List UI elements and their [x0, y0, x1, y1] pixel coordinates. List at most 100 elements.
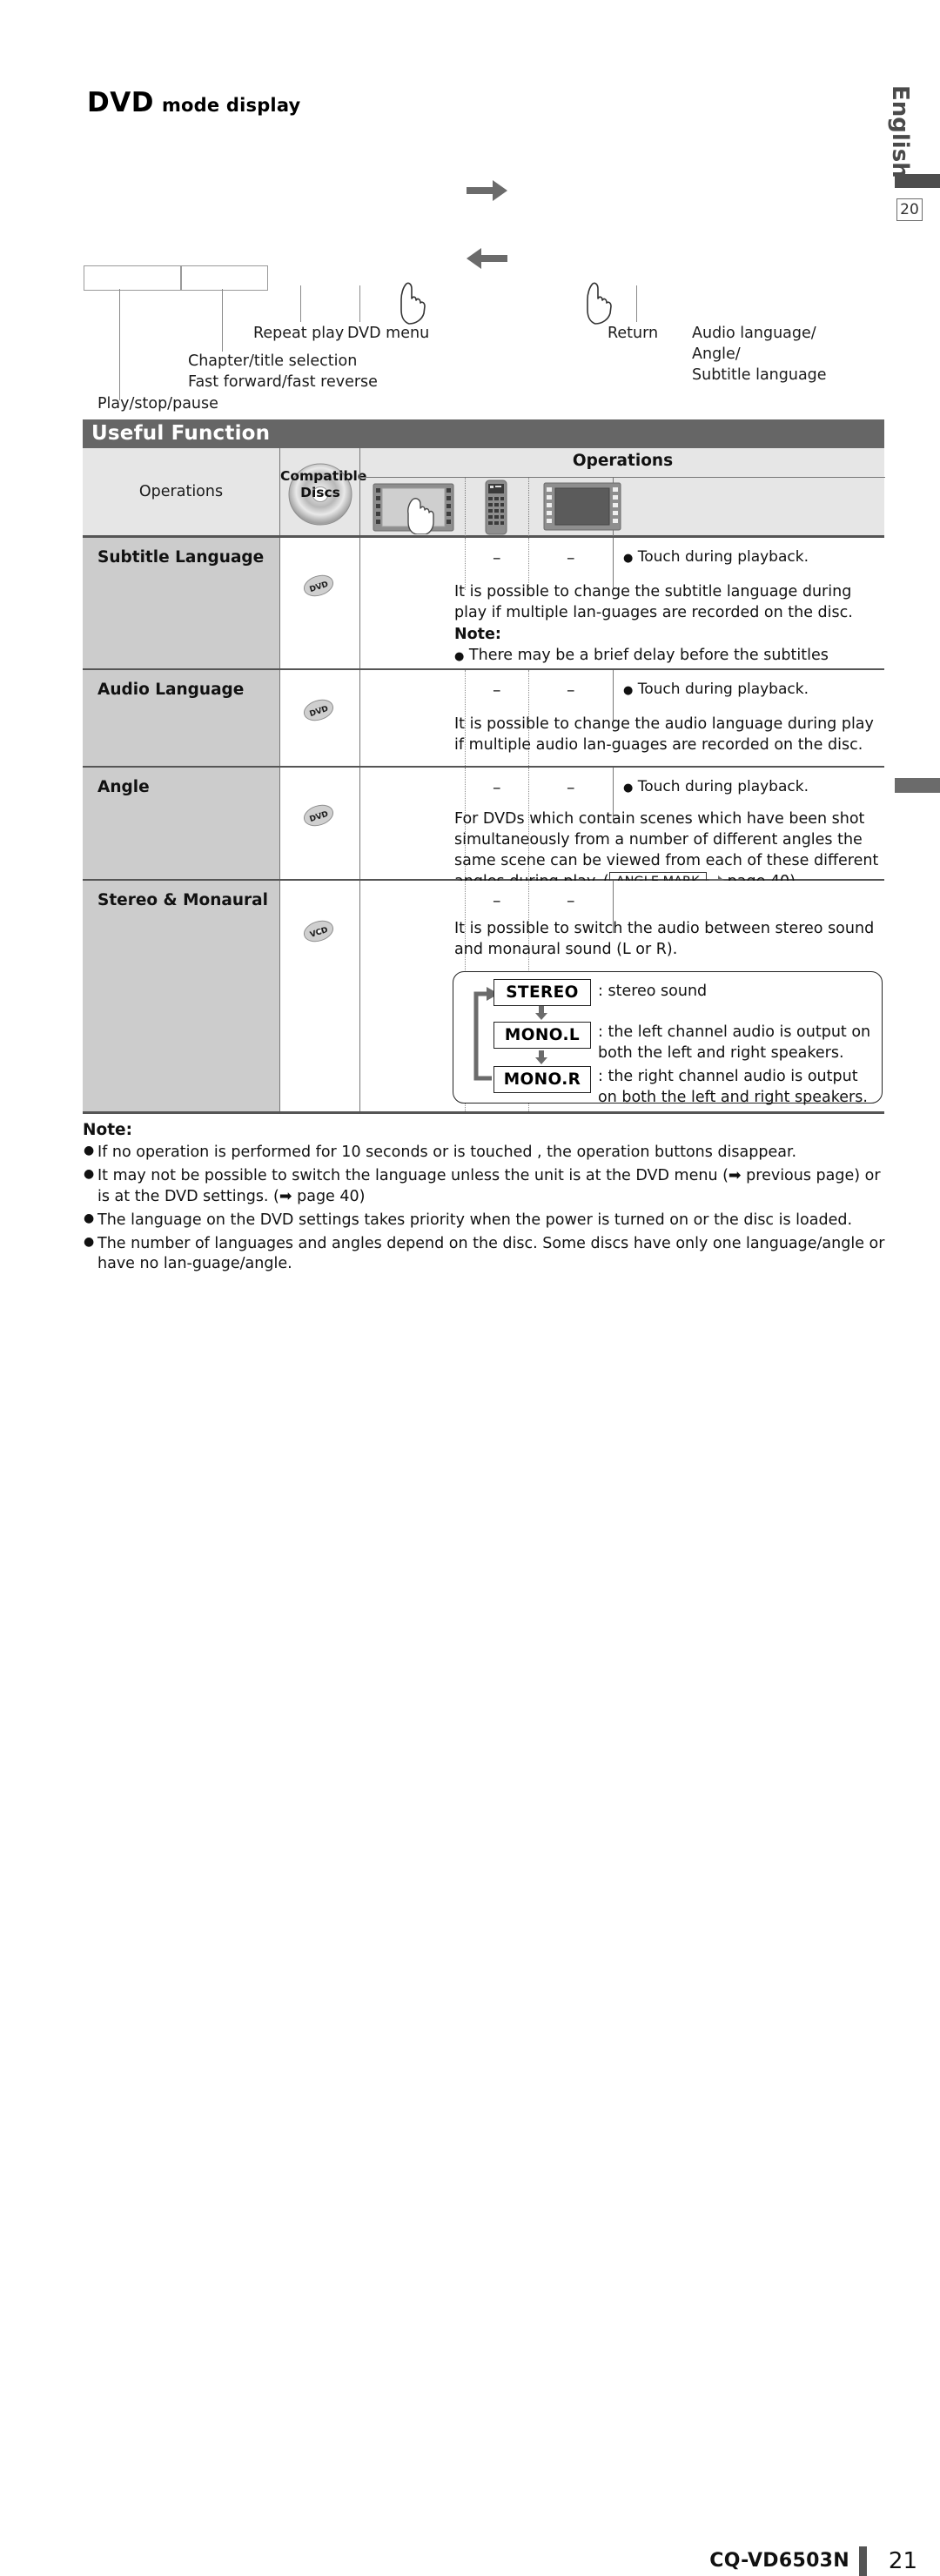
stereo-mode-panel: STEREO : stereo sound MONO.L : the left … — [453, 971, 883, 1106]
useful-function-table: Operations Compatible Discs Operations S… — [83, 448, 885, 1114]
dvd-disc-icon: DVD — [303, 574, 334, 597]
mono-left-button[interactable]: MONO.L — [494, 1022, 591, 1049]
row-note-label: Note: — [454, 626, 501, 643]
bullet-icon: ● — [84, 1211, 95, 1225]
row-mark-dash: – — [567, 681, 575, 700]
note-bullet: ● The language on the DVD settings takes … — [83, 1211, 888, 1231]
mono-right-button[interactable]: MONO.R — [494, 1066, 591, 1093]
header-compatible-discs: Compatible Discs — [279, 448, 366, 535]
row-mark-dash: – — [567, 548, 575, 567]
side-edge-mark — [895, 778, 940, 793]
bullet-icon: ● — [84, 1167, 95, 1182]
header-operations-right: Operations — [359, 448, 885, 536]
row-name-cell: Audio Language — [83, 670, 279, 766]
bullet-icon: ● — [84, 1235, 95, 1250]
note-bullet: ● The number of languages and angles depe… — [83, 1234, 888, 1275]
row-mark-dash: – — [493, 548, 501, 567]
row-label-audio-language: Audio Language — [97, 681, 245, 699]
row-disc-cell: VCD — [279, 881, 360, 1111]
header-operations-title: Operations — [572, 452, 674, 470]
row-label-angle: Angle — [97, 778, 150, 796]
compatible-discs-line2: Discs — [300, 485, 340, 501]
compatible-discs-line1: Compatible — [280, 468, 367, 484]
callout-label-audio-language: Audio language/ — [692, 325, 816, 342]
bottom-note-title: Note: — [83, 1121, 132, 1139]
table-row: Subtitle Language DVD – – ● Touch during… — [83, 538, 885, 685]
callout-label-subtitle-language: Subtitle language — [692, 366, 827, 384]
row-mark-dash: – — [493, 891, 501, 910]
note-bullet: ● If no operation is performed for 10 sec… — [83, 1143, 888, 1163]
arrow-left-icon — [467, 248, 507, 269]
table-header-row: Operations Compatible Discs Operations — [83, 448, 885, 538]
leader-line-repeat — [300, 285, 302, 322]
callout-label-repeat-play: Repeat play — [253, 325, 345, 342]
callout-label-dvd-menu: DVD menu — [347, 325, 430, 342]
monitor-panel-icon — [543, 482, 621, 531]
page-title: DVD mode display — [87, 87, 300, 118]
playback-button-box[interactable] — [84, 265, 181, 291]
row-disc-cell: DVD — [279, 538, 360, 668]
column-divider-dotted — [465, 478, 466, 536]
compatible-discs-label: Compatible Discs — [280, 468, 366, 502]
mono-right-description: : the right channel audio is output on b… — [598, 1068, 868, 1106]
table-row: Audio Language DVD – – ● Touch during pl… — [83, 670, 885, 768]
callout-label-angle: Angle/ — [692, 345, 741, 363]
row-mark-dash: – — [567, 778, 575, 797]
section-header-bar: Useful Function — [83, 419, 884, 448]
row-mark-dash: – — [567, 891, 575, 910]
manual-page: DVD mode display English 20 Repeat play … — [0, 0, 940, 2576]
header-operation-icons — [360, 477, 885, 536]
row-touch-note-text: Touch during playback. — [637, 778, 809, 795]
section-title: Useful Function — [91, 422, 271, 445]
row-touch-note-text: Touch during playback. — [637, 681, 809, 698]
page-title-suffix: mode display — [161, 95, 301, 116]
row-description: It is possible to change the audio langu… — [454, 715, 874, 754]
table-row: Stereo & Monaural VCD – – It is possible… — [83, 881, 885, 1114]
bottom-note: Note: ● If no operation is performed for … — [83, 1121, 888, 1275]
leader-line-chapter — [222, 289, 224, 352]
footer-divider — [859, 2546, 867, 2576]
dvd-mode-display-diagram: Repeat play DVD menu Return Audio langua… — [0, 157, 940, 478]
bullet-icon: ● — [84, 1144, 95, 1157]
mono-left-description: : the left channel audio is output on bo… — [598, 1023, 871, 1062]
chapter-button-box[interactable] — [181, 265, 268, 291]
note-bullet-text: If no operation is performed for 10 seco… — [97, 1144, 797, 1161]
row-touch-note: ● Touch during playback. — [623, 681, 809, 698]
header-icon-monitor — [543, 478, 630, 536]
row-operations-cell: – – ● Touch during playback. It is possi… — [359, 670, 885, 766]
note-bullet: ● It may not be possible to switch the la… — [83, 1166, 888, 1207]
table-row: Angle DVD – – ● Touch during playback. F… — [83, 768, 885, 893]
row-label-stereo-monaural: Stereo & Monaural — [97, 891, 269, 909]
pointing-hand-icon — [587, 282, 612, 325]
dvd-disc-icon: DVD — [303, 699, 334, 721]
stereo-description: : stereo sound — [598, 983, 708, 1000]
model-number: CQ-VD6503N — [709, 2550, 849, 2572]
stereo-button[interactable]: STEREO — [494, 979, 591, 1006]
row-touch-note: ● Touch during playback. — [623, 778, 809, 795]
page-number: 21 — [888, 2548, 917, 2574]
row-mark-dash: – — [493, 778, 501, 797]
row-name-cell: Angle — [83, 768, 279, 879]
arrow-down-icon — [535, 1006, 547, 1020]
arrow-right-icon — [467, 180, 507, 201]
header-icon-remote — [479, 478, 517, 536]
row-disc-cell: DVD — [279, 670, 360, 766]
note-bullet-text: The language on the DVD settings takes p… — [97, 1211, 853, 1229]
row-disc-cell: DVD — [279, 768, 360, 879]
row-operations-cell: – – ● Touch during playback. For DVDs wh… — [359, 768, 885, 893]
row-description: It is possible to switch the audio betwe… — [454, 920, 875, 958]
arrow-down-icon — [535, 1050, 547, 1064]
pointing-hand-icon — [400, 282, 426, 325]
row-operations-cell: – – ● Touch during playback. It is possi… — [359, 538, 885, 685]
callout-label-play-stop-pause: Play/stop/pause — [97, 395, 218, 413]
callout-label-chapter-title-selection: Chapter/title selection — [188, 352, 358, 370]
callout-label-fast-forward-reverse: Fast forward/fast reverse — [188, 373, 378, 391]
leader-line-play — [119, 289, 121, 400]
leader-line-dvdmenu — [359, 285, 361, 322]
vcd-disc-icon: VCD — [303, 920, 334, 943]
note-bullet-text: The number of languages and angles depen… — [97, 1235, 885, 1273]
header-icon-touchscreen — [372, 478, 459, 536]
column-divider-dotted — [528, 478, 529, 536]
page-footer: CQ-VD6503N 21 — [0, 1274, 940, 2576]
row-label-subtitle-language: Subtitle Language — [97, 548, 265, 567]
